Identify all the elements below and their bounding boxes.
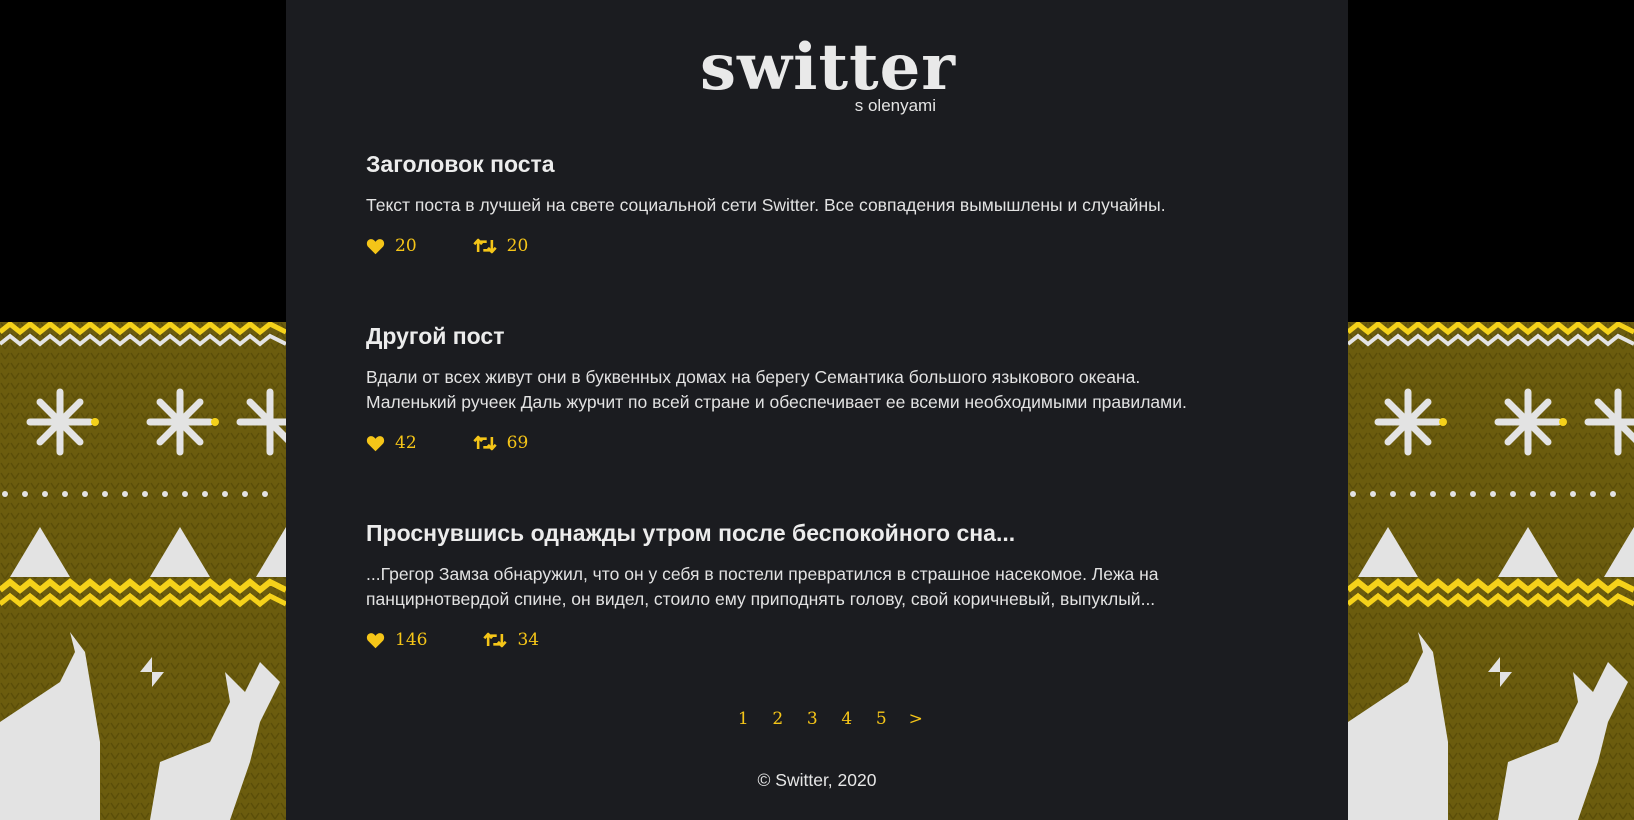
post-text-line: Маленький ручеек Даль журчит по всей стр… bbox=[366, 392, 1187, 412]
post-text: Текст поста в лучшей на свете социальной… bbox=[366, 193, 1246, 218]
repost-button[interactable]: 34 bbox=[483, 630, 539, 650]
heart-icon bbox=[366, 435, 385, 451]
site-subtitle: s olenyami bbox=[854, 96, 936, 115]
post-title[interactable]: Другой пост bbox=[366, 322, 1246, 350]
post-title[interactable]: Проснувшись однажды утром после беспокой… bbox=[366, 519, 1246, 547]
like-button[interactable]: 146 bbox=[366, 630, 427, 650]
retweet-icon bbox=[472, 435, 497, 451]
post-text-line: панцирнотвердой спине, он видел, стоило … bbox=[366, 589, 1156, 609]
post-title[interactable]: Заголовок поста bbox=[366, 150, 1246, 178]
sweater-pattern-right bbox=[1348, 322, 1634, 820]
sweater-pattern-left bbox=[0, 322, 286, 820]
page-link-2[interactable]: 2 bbox=[761, 709, 796, 729]
page-link-4[interactable]: 4 bbox=[830, 709, 865, 729]
post-stats: 146 34 bbox=[366, 627, 1246, 653]
like-count: 20 bbox=[395, 236, 417, 256]
repost-count: 20 bbox=[506, 236, 529, 256]
post-text: Вдали от всех живут они в буквенных дома… bbox=[366, 365, 1246, 415]
page-link-1[interactable]: 1 bbox=[726, 709, 761, 729]
site-logo[interactable]: switter s olenyami bbox=[700, 28, 955, 118]
post-stats: 42 69 bbox=[366, 430, 1246, 456]
post-text: ...Грегор Замза обнаружил, что он у себя… bbox=[366, 562, 1246, 612]
repost-button[interactable]: 69 bbox=[472, 433, 529, 453]
post: Проснувшись однажды утром после беспокой… bbox=[366, 519, 1246, 653]
retweet-icon bbox=[483, 632, 508, 648]
knit-pattern-image bbox=[0, 322, 286, 820]
post-text-line: Текст поста в лучшей на свете социальной… bbox=[366, 195, 1166, 215]
heart-icon bbox=[366, 632, 385, 648]
footer-copyright: © Switter, 2020 bbox=[757, 770, 877, 790]
heart-icon bbox=[366, 238, 385, 254]
retweet-icon bbox=[472, 238, 497, 254]
post: Заголовок поста Текст поста в лучшей на … bbox=[366, 150, 1246, 259]
post-text-line: ...Грегор Замза обнаружил, что он у себя… bbox=[366, 564, 1159, 584]
like-count: 146 bbox=[395, 630, 428, 650]
like-button[interactable]: 20 bbox=[366, 236, 417, 256]
like-count: 42 bbox=[395, 433, 417, 453]
like-button[interactable]: 42 bbox=[366, 433, 417, 453]
page-link-3[interactable]: 3 bbox=[795, 709, 830, 729]
repost-button[interactable]: 20 bbox=[472, 236, 529, 256]
repost-count: 69 bbox=[506, 433, 529, 453]
knit-pattern-image bbox=[1348, 322, 1634, 820]
post-stats: 20 20 bbox=[366, 233, 1246, 259]
pagination: 1 2 3 4 5 > bbox=[726, 707, 933, 731]
post: Другой пост Вдали от всех живут они в бу… bbox=[366, 322, 1246, 456]
next-page-link[interactable]: > bbox=[899, 709, 934, 729]
page-link-5[interactable]: 5 bbox=[864, 709, 899, 729]
repost-count: 34 bbox=[517, 630, 540, 650]
post-text-line: Вдали от всех живут они в буквенных дома… bbox=[366, 367, 1141, 387]
